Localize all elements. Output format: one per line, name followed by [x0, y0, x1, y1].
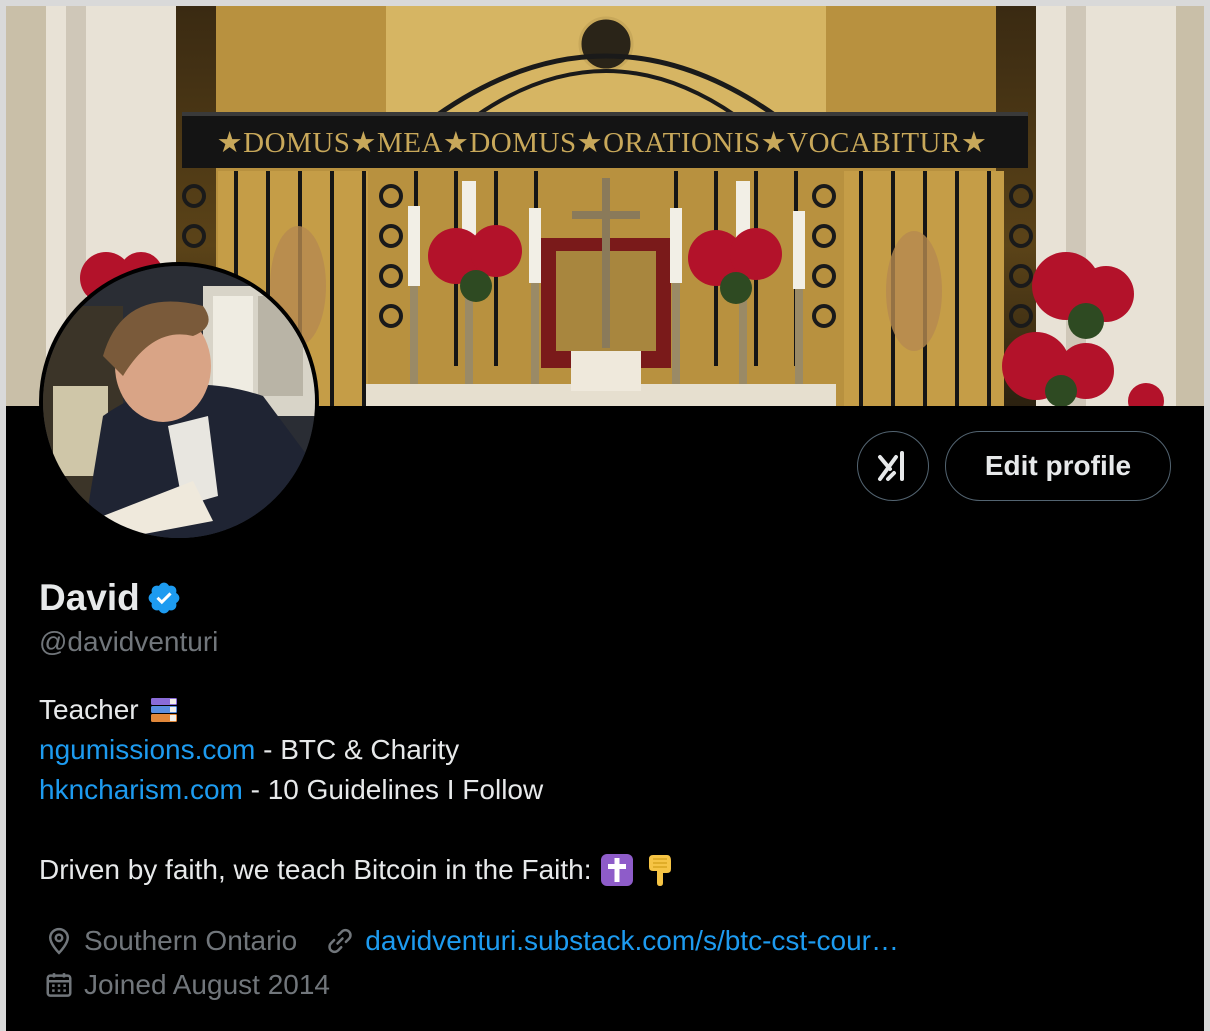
calendar-icon	[46, 973, 72, 997]
latin-cross-emoji	[600, 853, 634, 887]
avatar[interactable]	[39, 262, 319, 542]
grok-icon	[878, 451, 904, 481]
bio-line-3: hkncharism.com - 10 Guidelines I Follow	[39, 770, 676, 810]
location-pin-icon	[48, 927, 70, 955]
verified-badge-icon[interactable]	[146, 580, 182, 616]
location-text: Southern Ontario	[84, 925, 298, 956]
bio-link-ngumissions[interactable]: ngumissions.com	[39, 734, 255, 766]
bio-link-hkncharism[interactable]: hkncharism.com	[39, 774, 243, 806]
grok-button[interactable]	[857, 431, 929, 501]
bio-text: - BTC & Charity	[255, 734, 460, 765]
username-handle: @davidventuri	[39, 626, 219, 657]
pointing-down-emoji	[642, 853, 676, 887]
bio-line-blank	[39, 810, 676, 850]
bio-text: - 10 Guidelines I Follow	[242, 774, 544, 805]
edit-profile-button[interactable]: Edit profile	[945, 431, 1171, 501]
bio-line-1: Teacher	[39, 690, 676, 730]
profile-meta-row-1: Southern Ontario davidventuri.substack.c…	[44, 921, 899, 961]
display-name-row: David	[39, 576, 182, 620]
bio-text: Driven by faith, we teach Bitcoin in the…	[39, 854, 592, 885]
banner-inscription: ★DOMUS★MEA★DOMUS★ORATIONIS★VOCABITUR★	[216, 126, 988, 159]
bio-line-4: Driven by faith, we teach Bitcoin in the…	[39, 850, 676, 890]
profile-page: ★DOMUS★MEA★DOMUS★ORATIONIS★VOCABITUR★ Ed…	[6, 6, 1204, 1031]
books-emoji	[147, 693, 181, 727]
bio: Teacher ngumissions.com - BTC & Charity …	[39, 690, 676, 890]
display-name: David	[39, 577, 140, 618]
bio-text: Teacher	[39, 694, 139, 725]
website-link[interactable]: davidventuri.substack.com/s/btc-cst-cour…	[365, 925, 899, 957]
joined-date: Joined August 2014	[84, 969, 330, 1000]
profile-meta-row-2: Joined August 2014	[44, 965, 330, 1005]
avatar-photo	[43, 266, 315, 538]
link-icon	[328, 928, 352, 954]
bio-line-2: ngumissions.com - BTC & Charity	[39, 730, 676, 770]
